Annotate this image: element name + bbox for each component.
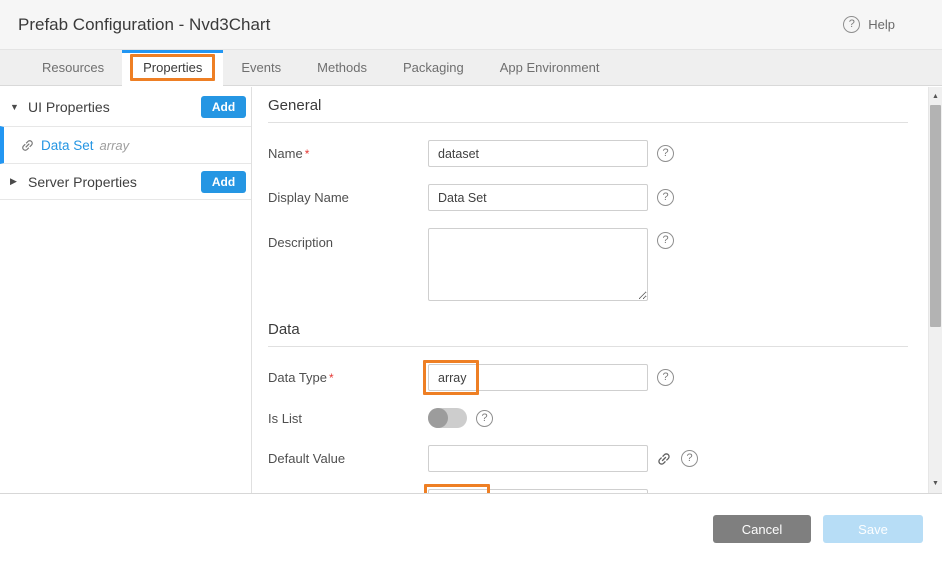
toggle-knob — [428, 408, 448, 428]
sidebar-item-data-set[interactable]: Data Set array — [0, 126, 251, 164]
dialog-title: Prefab Configuration - Nvd3Chart — [18, 15, 270, 35]
name-input[interactable] — [428, 140, 648, 167]
tab-app-environment[interactable]: App Environment — [482, 50, 618, 85]
caret-down-icon: ▼ — [10, 102, 26, 112]
scrollbar[interactable]: ▲ ▼ — [928, 87, 942, 493]
field-label: Name* — [268, 146, 428, 161]
field-label: Description — [268, 228, 428, 250]
binding-type-select[interactable]: in-bound ▼ — [428, 489, 648, 493]
dialog-header: Prefab Configuration - Nvd3Chart ? Help — [0, 0, 942, 50]
help-icon[interactable]: ? — [476, 410, 493, 427]
tab-bar: Resources Properties Events Methods Pack… — [0, 50, 942, 86]
sidebar-item-type: array — [100, 138, 130, 153]
field-row-data-type: Data Type* ? — [268, 364, 908, 391]
group-label: UI Properties — [26, 99, 201, 115]
default-value-input[interactable] — [428, 445, 648, 472]
annotation-box-properties-tab: Properties — [130, 54, 215, 81]
tab-resources[interactable]: Resources — [24, 50, 122, 85]
group-label: Server Properties — [26, 174, 201, 190]
property-form: General Name* ? Display Name ? Descripti… — [252, 87, 942, 493]
scroll-down-icon[interactable]: ▼ — [929, 480, 942, 487]
section-heading-general: General — [268, 91, 908, 123]
field-row-display-name: Display Name ? — [268, 184, 908, 211]
is-list-toggle[interactable] — [428, 408, 467, 428]
help-icon: ? — [843, 16, 860, 33]
required-asterisk: * — [329, 371, 334, 385]
field-label: Is List — [268, 411, 428, 426]
tab-events[interactable]: Events — [223, 50, 299, 85]
sidebar-group-ui-properties[interactable]: ▼ UI Properties Add — [0, 87, 251, 126]
tab-methods[interactable]: Methods — [299, 50, 385, 85]
data-type-input[interactable] — [428, 364, 648, 391]
link-icon — [17, 134, 38, 155]
bind-link-icon[interactable] — [653, 447, 676, 470]
field-row-is-list: Is List ? — [268, 408, 908, 428]
field-label: Default Value — [268, 451, 428, 466]
help-icon[interactable]: ? — [681, 450, 698, 467]
cancel-button[interactable]: Cancel — [713, 515, 811, 543]
field-row-default-value: Default Value ? — [268, 445, 908, 472]
help-label: Help — [868, 17, 895, 32]
field-row-description: Description ? — [268, 228, 908, 301]
required-asterisk: * — [305, 147, 310, 161]
help-icon[interactable]: ? — [657, 369, 674, 386]
display-name-input[interactable] — [428, 184, 648, 211]
field-row-binding-type: Binding Type in-bound ▼ ? — [268, 489, 908, 493]
help-icon[interactable]: ? — [657, 189, 674, 206]
dialog-body: ▼ UI Properties Add Data Set array ▶ Ser… — [0, 87, 942, 494]
tab-properties[interactable]: Properties — [122, 50, 223, 86]
tab-packaging[interactable]: Packaging — [385, 50, 482, 85]
sidebar-group-server-properties[interactable]: ▶ Server Properties Add — [0, 164, 251, 200]
section-heading-data: Data — [268, 315, 908, 347]
help-icon[interactable]: ? — [657, 145, 674, 162]
add-server-property-button[interactable]: Add — [201, 171, 246, 193]
sidebar-item-label: Data Set — [41, 138, 94, 153]
save-button[interactable]: Save — [823, 515, 923, 543]
help-icon[interactable]: ? — [657, 232, 674, 249]
scrollbar-thumb[interactable] — [930, 105, 941, 327]
scroll-up-icon[interactable]: ▲ — [929, 93, 942, 100]
dialog-footer: Cancel Save — [0, 494, 942, 562]
field-row-name: Name* ? — [268, 140, 908, 167]
description-textarea[interactable] — [428, 228, 648, 301]
caret-right-icon: ▶ — [10, 176, 26, 187]
help-button[interactable]: ? Help — [843, 16, 895, 33]
add-ui-property-button[interactable]: Add — [201, 96, 246, 118]
field-label: Display Name — [268, 190, 428, 205]
field-label: Data Type* — [268, 370, 428, 385]
properties-sidebar: ▼ UI Properties Add Data Set array ▶ Ser… — [0, 87, 252, 493]
